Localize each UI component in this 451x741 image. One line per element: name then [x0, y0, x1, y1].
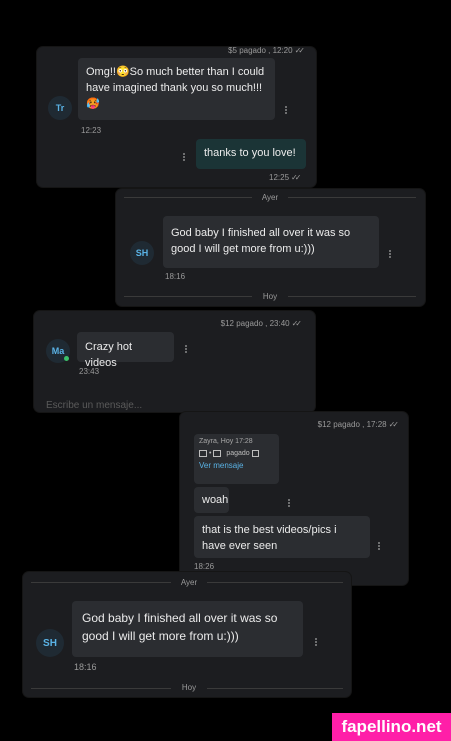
view-message-link[interactable]: Ver mensaje	[199, 460, 274, 472]
more-options-icon[interactable]	[389, 249, 392, 259]
quote-paid-label: pagado	[226, 450, 250, 457]
message-time: 18:26	[194, 562, 215, 571]
more-options-icon[interactable]	[315, 637, 318, 647]
incoming-message[interactable]: God baby I finished all over it was so g…	[72, 601, 303, 657]
chat-card-5: Ayer SH God baby I finished all over it …	[23, 572, 351, 697]
paid-meta: $5 pagado , 12:20 ✓✓	[228, 46, 306, 55]
chat-card-3: $12 pagado , 23:40 ✓✓ Ma Crazy hot videos…	[34, 311, 315, 412]
incoming-message[interactable]: God baby I finished all over it was so g…	[163, 216, 379, 268]
avatar[interactable]: Tr	[48, 96, 72, 120]
divider-left	[31, 688, 171, 689]
image-icon	[199, 449, 207, 457]
divider-right	[288, 296, 416, 297]
quoted-message[interactable]: Zayra, Hoy 17:28 • pagado Ver mensaje	[194, 434, 279, 484]
unlock-icon	[251, 449, 259, 457]
divider-left	[31, 582, 171, 583]
paid-meta-text: $12 pagado , 23:40	[220, 319, 290, 328]
more-options-icon[interactable]	[185, 344, 188, 354]
watermark-logo: fapellino.net	[332, 713, 451, 741]
quote-media-row: • pagado	[199, 447, 274, 460]
divider-left	[124, 296, 252, 297]
reply-time: 12:25 ✓✓	[269, 173, 302, 182]
chat-card-4: $12 pagado , 17:28 ✓✓ Zayra, Hoy 17:28 • …	[180, 412, 408, 585]
double-check-icon: ✓✓	[294, 46, 306, 55]
incoming-message[interactable]: Omg!!😳So much better than I could have i…	[78, 58, 275, 120]
message-time: 18:16	[74, 662, 97, 672]
online-indicator	[64, 356, 69, 361]
divider-right	[207, 582, 343, 583]
outgoing-message[interactable]: thanks to you love!	[196, 139, 306, 169]
message-time: 18:16	[165, 272, 186, 281]
day-label: Hoy	[262, 292, 278, 301]
more-options-icon[interactable]	[183, 152, 186, 162]
paid-meta-text: $5 pagado , 12:20	[228, 46, 293, 55]
dot-separator: •	[208, 450, 212, 457]
divider-left	[124, 197, 252, 198]
reply-time-text: 12:25	[269, 173, 290, 182]
quote-header: Zayra, Hoy 17:28	[199, 438, 253, 445]
paid-meta: $12 pagado , 17:28 ✓✓	[317, 420, 400, 429]
video-icon	[213, 449, 222, 457]
day-label: Hoy	[181, 683, 197, 692]
divider-right	[288, 197, 416, 198]
more-options-icon[interactable]	[288, 498, 291, 508]
message-time: 12:23	[81, 126, 102, 135]
divider-right	[207, 688, 343, 689]
double-check-icon: ✓✓	[388, 420, 400, 429]
chat-card-2: Ayer SH God baby I finished all over it …	[116, 189, 425, 306]
day-label: Ayer	[180, 578, 198, 587]
paid-meta-text: $12 pagado , 17:28	[317, 420, 387, 429]
incoming-message[interactable]: that is the best videos/pics i have ever…	[194, 516, 370, 558]
avatar[interactable]: SH	[130, 241, 154, 265]
paid-meta: $12 pagado , 23:40 ✓✓	[220, 319, 303, 328]
more-options-icon[interactable]	[378, 541, 381, 551]
day-label: Ayer	[261, 193, 279, 202]
incoming-message[interactable]: Crazy hot videos	[77, 332, 174, 369]
message-time: 23:43	[79, 367, 100, 376]
message-input[interactable]: Escribe un mensaje...	[46, 400, 142, 411]
more-options-icon[interactable]	[285, 105, 288, 115]
double-check-icon: ✓✓	[291, 173, 302, 182]
avatar[interactable]: SH	[36, 629, 64, 657]
incoming-message[interactable]: woah	[194, 487, 229, 513]
chat-card-1: $5 pagado , 12:20 ✓✓ Tr Omg!!😳So much bet…	[37, 46, 316, 187]
double-check-icon: ✓✓	[291, 319, 303, 328]
